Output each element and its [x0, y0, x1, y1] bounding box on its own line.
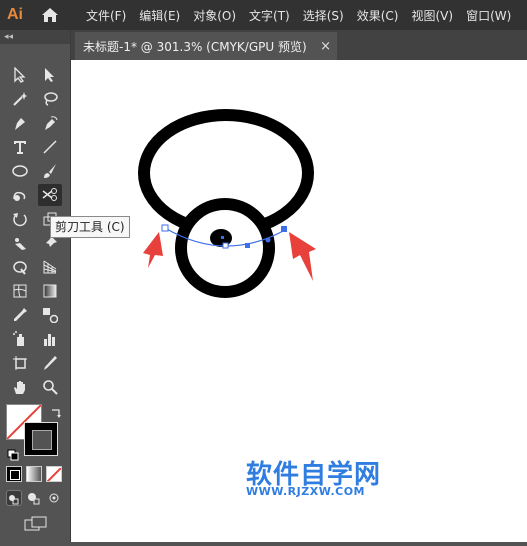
tool-tooltip: 剪刀工具 (C) [50, 216, 130, 238]
gradient-tool-icon[interactable] [38, 280, 62, 302]
menu-window[interactable]: 窗口(W) [466, 7, 511, 24]
gradient-mode-icon[interactable] [26, 466, 42, 482]
menu-effect[interactable]: 效果(C) [357, 7, 399, 24]
eyedropper-tool-icon[interactable] [8, 304, 32, 326]
none-mode-icon[interactable] [46, 466, 62, 482]
menu-bar: Ai 文件(F) 编辑(E) 对象(O) 文字(T) 选择(S) 效果(C) 视… [0, 0, 527, 30]
hand-tool-icon[interactable] [8, 376, 32, 398]
draw-normal-icon[interactable] [6, 490, 22, 506]
draw-inside-icon[interactable] [46, 490, 62, 506]
paintbrush-tool-icon[interactable] [38, 160, 62, 182]
selection-tool-icon[interactable] [8, 64, 32, 86]
document-tab[interactable]: 未标题-1* @ 301.3% (CMYK/GPU 预览) × [75, 32, 337, 60]
document-tab-bar: 未标题-1* @ 301.3% (CMYK/GPU 预览) × [71, 30, 527, 60]
ellipse-tool-icon[interactable] [8, 160, 32, 182]
type-tool-icon[interactable] [8, 136, 32, 158]
shaper-tool-icon[interactable] [8, 184, 32, 206]
lasso-tool-icon[interactable] [38, 88, 62, 110]
anchor-point[interactable] [245, 243, 250, 248]
menu-view[interactable]: 视图(V) [411, 7, 453, 24]
tools-panel: ◂◂ [0, 30, 71, 542]
anchor-point[interactable] [265, 237, 271, 243]
slice-tool-icon[interactable] [38, 352, 62, 374]
scissors-tool-icon[interactable] [38, 184, 62, 206]
menu-items: 文件(F) 编辑(E) 对象(O) 文字(T) 选择(S) 效果(C) 视图(V… [86, 7, 524, 24]
color-mode-icon[interactable] [6, 466, 22, 482]
line-segment-tool-icon[interactable] [38, 136, 62, 158]
puppet-warp-tool-icon[interactable] [8, 232, 32, 254]
app-logo: Ai [7, 6, 23, 23]
menu-object[interactable]: 对象(O) [193, 7, 236, 24]
menu-file[interactable]: 文件(F) [86, 7, 126, 24]
anchor-point [221, 236, 224, 239]
symbol-sprayer-tool-icon[interactable] [8, 328, 32, 350]
menu-edit[interactable]: 编辑(E) [139, 7, 180, 24]
toolbar-collapse-button[interactable]: ◂◂ [0, 30, 70, 44]
menu-select[interactable]: 选择(S) [303, 7, 344, 24]
draw-behind-icon[interactable] [26, 490, 42, 506]
zoom-tool-icon[interactable] [38, 376, 62, 398]
perspective-grid-tool-icon[interactable] [38, 256, 62, 278]
document-tab-title: 未标题-1* @ 301.3% (CMYK/GPU 预览) [83, 39, 307, 54]
menu-type[interactable]: 文字(T) [249, 7, 290, 24]
left-red-arrow [143, 232, 163, 268]
pen-tool-icon[interactable] [8, 112, 32, 134]
anchor-point[interactable] [222, 242, 229, 249]
anchor-point[interactable] [281, 226, 287, 232]
column-graph-tool-icon[interactable] [38, 328, 62, 350]
swap-fill-stroke-icon[interactable] [50, 404, 62, 423]
direct-selection-tool-icon[interactable] [38, 64, 62, 86]
anchor-point[interactable] [161, 224, 169, 232]
watermark-url: WWW.RJZXW.COM [246, 485, 365, 498]
shape-builder-tool-icon[interactable] [8, 256, 32, 278]
artboard-tool-icon[interactable] [8, 352, 32, 374]
screen-mode-icon[interactable] [24, 516, 48, 536]
blend-tool-icon[interactable] [38, 304, 62, 326]
curvature-tool-icon[interactable] [38, 112, 62, 134]
mesh-tool-icon[interactable] [8, 280, 32, 302]
close-icon[interactable]: × [320, 39, 331, 54]
home-icon[interactable] [36, 0, 64, 30]
magic-wand-tool-icon[interactable] [8, 88, 32, 110]
stroke-swatch[interactable] [24, 422, 58, 456]
default-fill-stroke-icon[interactable] [7, 446, 19, 465]
rotate-tool-icon[interactable] [8, 208, 32, 230]
right-red-arrow [289, 232, 316, 281]
